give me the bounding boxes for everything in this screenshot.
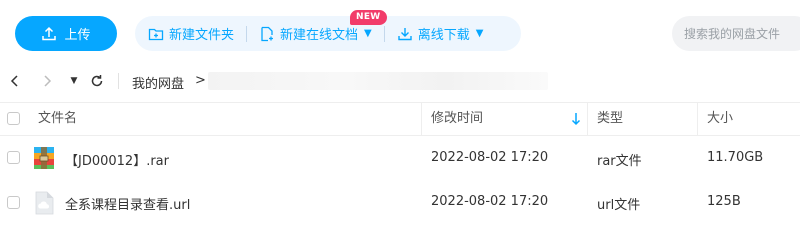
upload-button[interactable]: 上传 xyxy=(15,16,117,51)
new-online-doc-button[interactable]: 新建在线文档 ▼ xyxy=(259,24,372,43)
file-size: 125B xyxy=(707,194,741,209)
table-row[interactable]: 【JD00012】.rar 2022-08-02 17:20 rar文件 11.… xyxy=(0,136,800,180)
forward-arrow-icon xyxy=(44,75,52,87)
navigation-bar: ▼ 我的网盘 > xyxy=(0,66,800,96)
url-file-icon xyxy=(35,191,54,215)
refresh-icon xyxy=(91,75,103,87)
header-size[interactable]: 大小 xyxy=(707,103,733,135)
toolbar: 上传 新建文件夹 新建在线文档 ▼ 离线下载 ▼ NEW 搜索我的网盘文件 xyxy=(0,0,800,66)
offline-download-label: 离线下载 xyxy=(417,28,470,43)
header-modified[interactable]: 修改时间 xyxy=(431,103,483,135)
file-modified: 2022-08-02 17:20 xyxy=(431,150,549,165)
chevron-down-icon: ▼ xyxy=(364,28,372,39)
caret-down-icon: ▼ xyxy=(70,76,78,86)
breadcrumb-separator: > xyxy=(195,73,206,88)
back-button[interactable] xyxy=(6,66,24,96)
breadcrumb-root[interactable]: 我的网盘 xyxy=(132,73,184,92)
new-folder-label: 新建文件夹 xyxy=(169,28,235,43)
select-all-checkbox[interactable] xyxy=(7,112,20,125)
row-checkbox[interactable] xyxy=(7,151,20,164)
toolbar-divider xyxy=(383,25,385,42)
table-row[interactable]: 全系课程目录查看.url 2022-08-02 17:20 url文件 125B xyxy=(0,180,800,224)
sort-desc-icon[interactable] xyxy=(570,112,582,126)
nav-divider xyxy=(118,73,119,89)
upload-icon xyxy=(42,26,57,40)
table-header: 文件名 修改时间 类型 大小 xyxy=(0,102,800,136)
new-doc-icon xyxy=(261,26,274,41)
file-name[interactable]: 【JD00012】.rar xyxy=(65,150,169,169)
new-folder-button[interactable]: 新建文件夹 xyxy=(148,24,234,43)
chevron-down-icon: ▼ xyxy=(475,28,484,39)
toolbar-divider xyxy=(246,25,248,42)
file-type: rar文件 xyxy=(597,154,642,169)
refresh-button[interactable] xyxy=(88,66,106,96)
upload-label: 上传 xyxy=(64,28,91,43)
breadcrumb-path-redacted xyxy=(208,72,548,90)
rar-archive-icon xyxy=(34,147,54,169)
column-divider xyxy=(697,103,698,135)
header-filename[interactable]: 文件名 xyxy=(38,103,77,135)
back-arrow-icon xyxy=(10,75,18,87)
file-name[interactable]: 全系课程目录查看.url xyxy=(65,194,190,213)
column-divider xyxy=(587,103,588,135)
history-dropdown[interactable]: ▼ xyxy=(66,66,82,96)
new-folder-icon xyxy=(148,28,164,40)
download-icon xyxy=(398,27,412,40)
file-modified: 2022-08-02 17:20 xyxy=(431,194,549,209)
new-badge: NEW xyxy=(350,10,387,25)
action-bar: 新建文件夹 新建在线文档 ▼ 离线下载 ▼ xyxy=(135,16,521,51)
offline-download-button[interactable]: 离线下载 ▼ xyxy=(397,24,484,43)
new-doc-label: 新建在线文档 xyxy=(280,28,359,43)
file-type: url文件 xyxy=(597,198,641,213)
row-checkbox[interactable] xyxy=(7,196,20,209)
file-size: 11.70GB xyxy=(707,150,764,165)
forward-button[interactable] xyxy=(38,66,56,96)
search-input[interactable] xyxy=(672,16,800,51)
column-divider xyxy=(421,103,422,135)
header-type[interactable]: 类型 xyxy=(597,103,623,135)
